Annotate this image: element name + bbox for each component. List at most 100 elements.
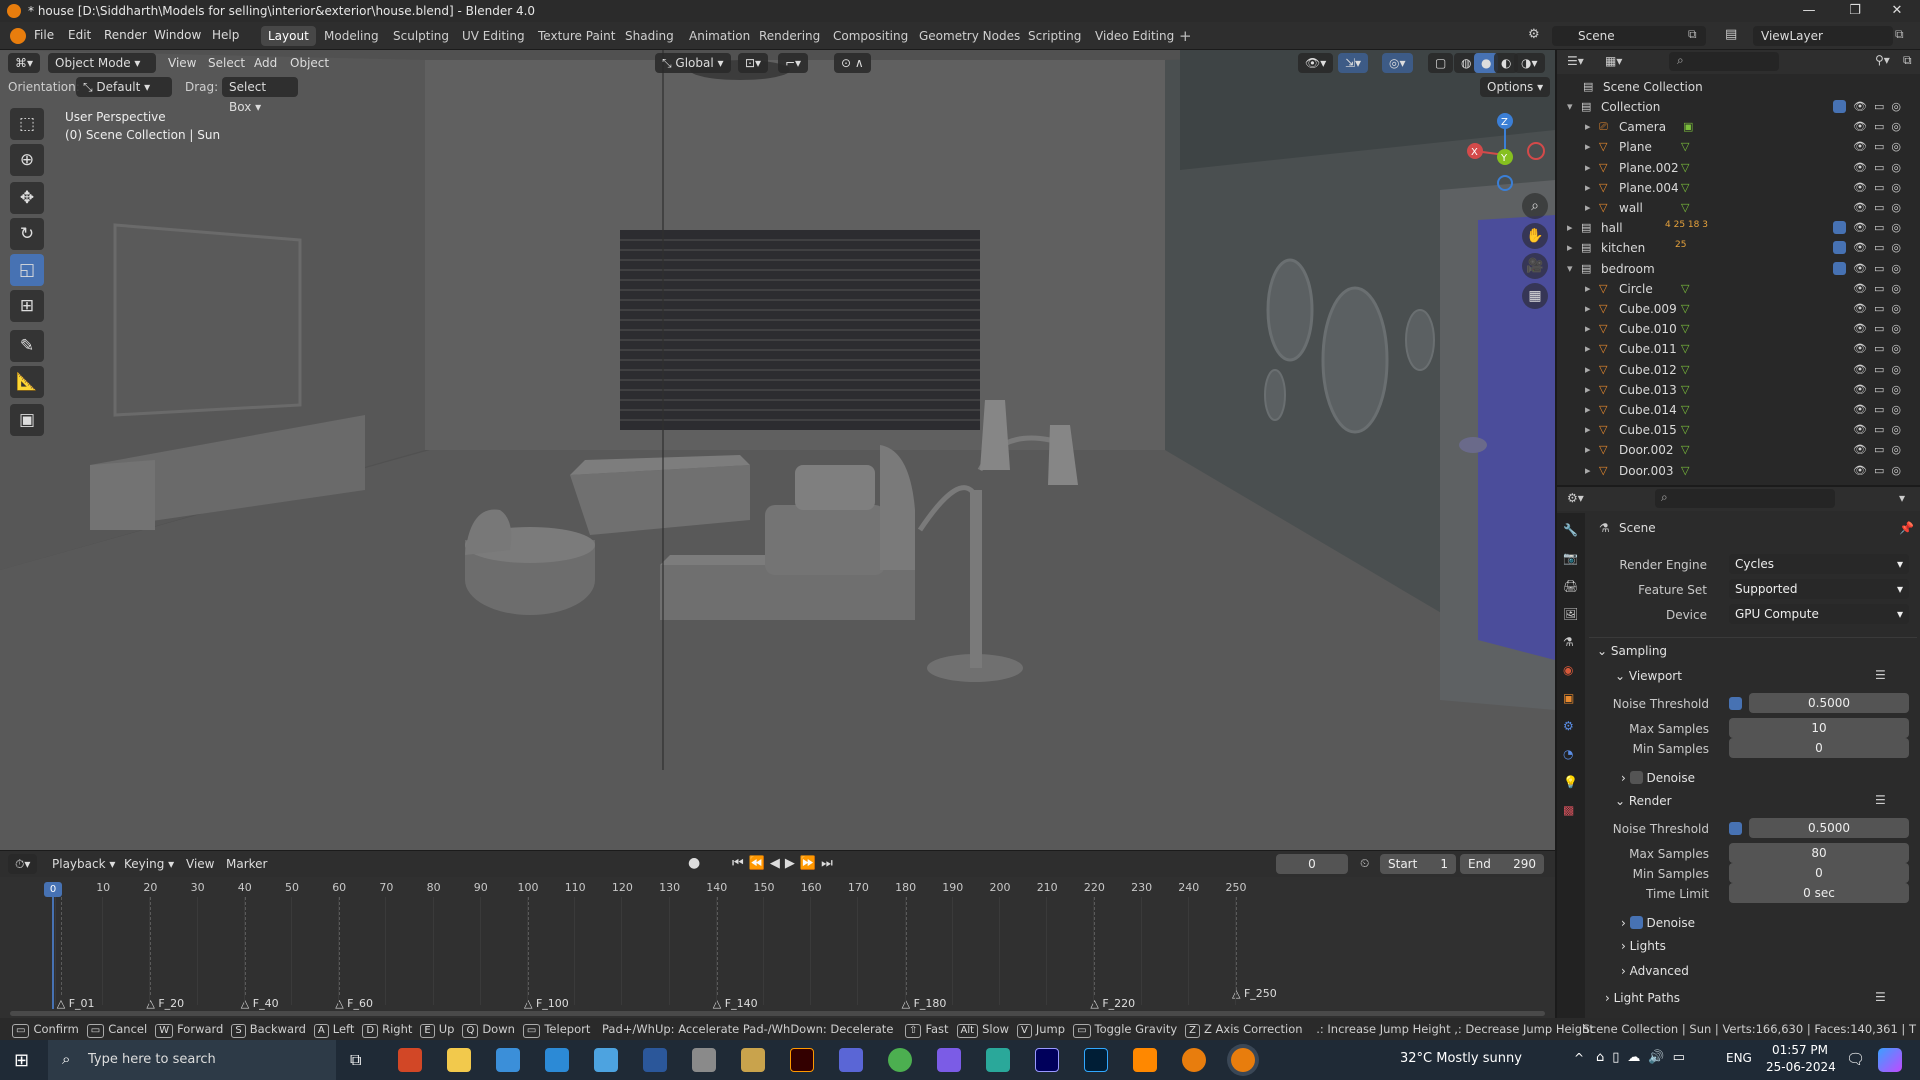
select-box-tool[interactable]: ⬚: [10, 108, 44, 140]
task-view-icon[interactable]: ⧉: [350, 1050, 361, 1070]
disclosure-triangle-icon[interactable]: ▸: [1585, 440, 1591, 460]
preview-range-icon[interactable]: ⏲: [1360, 856, 1369, 871]
camera-view-icon[interactable]: 🎥: [1522, 253, 1548, 279]
premiere-app-icon[interactable]: [1035, 1048, 1059, 1072]
visibility-toggles-icon[interactable]: 👁▭◎: [1853, 380, 1908, 400]
powerpoint-app-icon[interactable]: [398, 1048, 422, 1072]
disclosure-triangle-icon[interactable]: ▸: [1585, 137, 1591, 157]
tab-scripting[interactable]: Scripting: [1021, 26, 1088, 46]
tab-modeling[interactable]: Modeling: [317, 26, 386, 46]
disclosure-triangle-icon[interactable]: ▸: [1585, 339, 1591, 359]
visibility-icon[interactable]: 👁▾: [1298, 53, 1334, 73]
add-cube-tool[interactable]: ▣: [10, 404, 44, 436]
outliner-item-kitchen[interactable]: ▸ ▤ kitchen 👁▭◎: [1557, 238, 1920, 258]
pivot-icon[interactable]: ⊡▾: [738, 53, 769, 73]
outliner-item-cube-015[interactable]: ▸ ▽ Cube.015 ▽ 👁▭◎: [1557, 420, 1920, 440]
view-layer-icon[interactable]: ▤: [1725, 27, 1737, 42]
timeline-marker[interactable]: △ F_01: [57, 997, 95, 1010]
device-dropdown[interactable]: GPU Compute ▾: [1729, 604, 1909, 624]
app-icon-13[interactable]: [986, 1048, 1010, 1072]
vp-min-field[interactable]: 0: [1729, 738, 1909, 758]
annotate-tool[interactable]: ✎: [10, 330, 44, 362]
language-indicator[interactable]: ENG: [1726, 1051, 1752, 1065]
app-icon-5[interactable]: [594, 1048, 618, 1072]
menu-keying[interactable]: Keying ▾: [124, 857, 174, 871]
menu-playback[interactable]: Playback ▾: [52, 857, 115, 871]
vp-denoise-checkbox[interactable]: [1629, 771, 1643, 784]
outliner-item-cube-010[interactable]: ▸ ▽ Cube.010 ▽ 👁▭◎: [1557, 319, 1920, 339]
close-button[interactable]: ✕: [1874, 0, 1920, 22]
visibility-toggles-icon[interactable]: 👁▭◎: [1853, 198, 1908, 218]
outliner-panel[interactable]: ☰▾ ▦▾ ⌕ ⚲▾ ⧉ ▤ Scene Collection ▾ ▤ Collec…: [1555, 50, 1920, 485]
light-paths-panel-header[interactable]: › Light Paths: [1605, 991, 1680, 1005]
outliner-item-cube-013[interactable]: ▸ ▽ Cube.013 ▽ 👁▭◎: [1557, 380, 1920, 400]
pan-hand-icon[interactable]: ✋: [1522, 223, 1548, 249]
store-app-icon[interactable]: [545, 1048, 569, 1072]
timeline-marker[interactable]: △ F_60: [335, 997, 373, 1010]
menu-render[interactable]: Render: [104, 28, 147, 42]
navigation-gizmo[interactable]: Z X Y: [1460, 105, 1550, 195]
display-mode-icon[interactable]: ▦▾: [1605, 54, 1622, 68]
playhead[interactable]: 0: [44, 882, 62, 897]
windows-start-icon[interactable]: ⊞: [14, 1050, 29, 1071]
tab-texture-paint[interactable]: Texture Paint: [531, 26, 622, 46]
blender-app-icon[interactable]: [1182, 1048, 1206, 1072]
transform-orientation-dropdown[interactable]: ⤡ Global ▾: [655, 53, 731, 73]
overlay-toggle-icon[interactable]: ◎▾: [1382, 53, 1413, 73]
orientation-dropdown[interactable]: ⤡ Default ▾: [76, 77, 172, 97]
timeline-marker[interactable]: △ F_180: [902, 997, 947, 1010]
advanced-subpanel-header[interactable]: › Advanced: [1621, 964, 1689, 978]
visibility-toggles-icon[interactable]: 👁▭◎: [1853, 461, 1908, 481]
disclosure-triangle-icon[interactable]: ▸: [1567, 218, 1573, 238]
3d-viewport[interactable]: ⌘▾ Object Mode ▾ View Select Add Object …: [0, 50, 1555, 850]
chrome-app-icon[interactable]: [888, 1048, 912, 1072]
minimize-button[interactable]: —: [1786, 0, 1832, 22]
end-frame-field[interactable]: End 290: [1460, 854, 1544, 874]
outliner-item-door-003[interactable]: ▸ ▽ Door.003 ▽ 👁▭◎: [1557, 461, 1920, 481]
drag-dropdown[interactable]: Select Box ▾: [222, 77, 298, 114]
word-app-icon[interactable]: [643, 1048, 667, 1072]
collection-exclude-checkbox[interactable]: [1833, 221, 1846, 235]
tray-chevron-icon[interactable]: ^: [1574, 1051, 1584, 1065]
menu-file[interactable]: File: [34, 28, 54, 42]
tab-animation[interactable]: Animation: [682, 26, 757, 46]
feature-set-dropdown[interactable]: Supported ▾: [1729, 579, 1909, 599]
outliner-item-bedroom[interactable]: ▾ ▤ bedroom 👁▭◎: [1557, 259, 1920, 279]
light-paths-presets-icon[interactable]: ☰: [1875, 990, 1886, 1004]
app-icon-10[interactable]: [839, 1048, 863, 1072]
texture-tab-icon[interactable]: ▩: [1563, 803, 1574, 817]
photoshop-app-icon[interactable]: [1084, 1048, 1108, 1072]
render-engine-dropdown[interactable]: Cycles ▾: [1729, 554, 1909, 574]
file-explorer-app-icon[interactable]: [447, 1048, 471, 1072]
tab-sculpting[interactable]: Sculpting: [386, 26, 456, 46]
outliner-root[interactable]: ▤ Scene Collection: [1557, 77, 1920, 97]
outliner-item-hall[interactable]: ▸ ▤ hall 👁▭◎: [1557, 218, 1920, 238]
outliner-item-plane-004[interactable]: ▸ ▽ Plane.004 ▽ 👁▭◎: [1557, 178, 1920, 198]
shading-rendered-icon[interactable]: ◑▾: [1514, 53, 1545, 73]
vp-noise-field[interactable]: 0.5000: [1749, 693, 1909, 713]
outliner-item-camera[interactable]: ▸ ⎚ Camera ▣ 👁▭◎: [1557, 117, 1920, 137]
menu-object[interactable]: Object: [290, 56, 329, 70]
vp-denoise-header[interactable]: › Denoise: [1621, 769, 1695, 785]
new-scene-icon[interactable]: ⧉: [1688, 27, 1697, 42]
menu-edit[interactable]: Edit: [68, 28, 91, 42]
tool-tab-icon[interactable]: 🔧: [1563, 523, 1578, 537]
r-max-field[interactable]: 80: [1729, 843, 1909, 863]
properties-editor-type-icon[interactable]: ⚙▾: [1567, 491, 1584, 505]
measure-tool[interactable]: 📐: [10, 366, 44, 398]
new-view-layer-icon[interactable]: ⧉: [1895, 27, 1904, 42]
disclosure-triangle-icon[interactable]: ▸: [1585, 400, 1591, 420]
illustrator-app-icon[interactable]: [790, 1048, 814, 1072]
move-tool[interactable]: ✥: [10, 182, 44, 214]
visibility-toggles-icon[interactable]: 👁▭◎: [1853, 218, 1908, 238]
playback-controls[interactable]: ⏮⏪◀▶⏩⏭: [732, 856, 838, 871]
visibility-toggles-icon[interactable]: 👁▭◎: [1853, 360, 1908, 380]
disclosure-triangle-icon[interactable]: ▸: [1585, 319, 1591, 339]
visibility-toggles-icon[interactable]: 👁▭◎: [1853, 259, 1908, 279]
menu-view[interactable]: View: [168, 56, 196, 70]
visibility-toggles-icon[interactable]: 👁▭◎: [1853, 158, 1908, 178]
disclosure-triangle-icon[interactable]: ▸: [1585, 117, 1591, 137]
lights-subpanel-header[interactable]: › Lights: [1621, 939, 1666, 953]
collection-exclude-checkbox[interactable]: [1833, 261, 1846, 275]
visibility-toggles-icon[interactable]: 👁▭◎: [1853, 117, 1908, 137]
